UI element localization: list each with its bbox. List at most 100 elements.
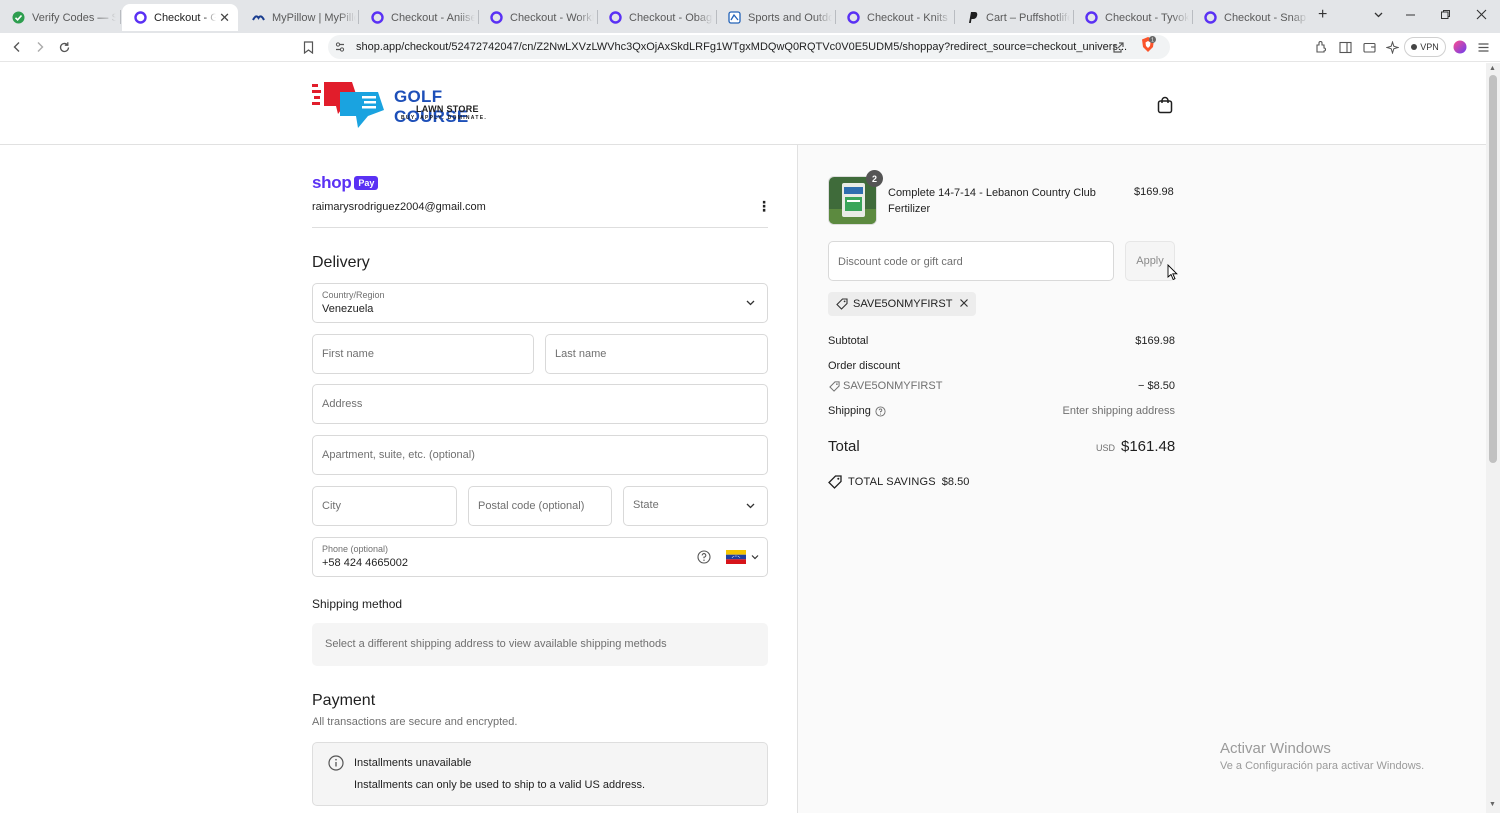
vpn-dot-icon <box>1411 44 1418 50</box>
scrollbar-thumb[interactable] <box>1489 75 1497 463</box>
chevron-down-icon <box>751 555 759 560</box>
forward-icon[interactable] <box>32 39 48 55</box>
minimize-icon[interactable] <box>1405 8 1416 23</box>
country-select[interactable]: Country/Region Venezuela <box>312 283 768 323</box>
shipping-label: Shipping <box>828 405 871 417</box>
subtotal-value: $169.98 <box>1135 335 1175 347</box>
venezuela-flag-icon[interactable] <box>726 550 746 564</box>
tab-checkout-snap[interactable]: Checkout - Snap Ci <box>1192 4 1308 31</box>
phone-value: +58 424 4665002 <box>322 557 408 569</box>
tab-list-chevron-icon[interactable] <box>1373 8 1384 23</box>
sidebar-icon[interactable] <box>1337 39 1353 55</box>
leo-ai-icon[interactable] <box>1384 39 1400 55</box>
restore-icon[interactable] <box>1440 8 1451 23</box>
discount-code-input[interactable]: Discount code or gift card <box>828 241 1114 281</box>
more-options-icon[interactable]: ⋮ <box>757 199 771 213</box>
shopping-bag-icon[interactable] <box>1157 96 1173 114</box>
payment-heading: Payment <box>312 692 376 709</box>
remove-code-icon[interactable] <box>958 297 970 309</box>
share-icon[interactable] <box>1110 39 1126 55</box>
brave-shield-icon[interactable]: 1 <box>1140 36 1156 53</box>
url-text: shop.app/checkout/52472742047/cn/Z2NwLXV… <box>356 41 1128 53</box>
shipping-method-notice: Select a different shipping address to v… <box>312 623 768 666</box>
close-tab-icon[interactable]: ✕ <box>219 10 230 26</box>
discount-code-line: SAVE5ONMYFIRST <box>843 380 943 392</box>
vpn-button[interactable]: VPN <box>1404 37 1446 57</box>
paypal-favicon-icon <box>966 11 979 24</box>
city-field[interactable]: City <box>312 486 457 526</box>
tab-sports-outdoor[interactable]: Sports and Outdoor <box>716 4 834 31</box>
tab-verify-codes[interactable]: Verify Codes — Sim <box>0 4 118 31</box>
tab-checkout-workit[interactable]: Checkout - WorkIT <box>478 4 596 31</box>
extensions-icon[interactable] <box>1313 39 1329 55</box>
discount-placeholder: Discount code or gift card <box>838 256 963 268</box>
watermark-title: Activar Windows <box>1220 740 1331 757</box>
mouse-cursor-icon <box>1167 264 1178 281</box>
scroll-up-icon[interactable]: ▲ <box>1489 65 1496 72</box>
logo-tagline: BUY. APPLY. DOMINATE. <box>401 115 488 121</box>
sports-favicon-icon <box>728 11 741 24</box>
store-header: GOLF COURSE LAWN STORE BUY. APPLY. DOMIN… <box>0 63 1486 145</box>
state-select[interactable]: State <box>623 486 768 526</box>
tab-title: Checkout - Obagi <box>629 11 713 24</box>
checkmark-favicon-icon <box>12 11 25 24</box>
scroll-down-icon[interactable]: ▼ <box>1489 801 1496 808</box>
country-value: Venezuela <box>322 303 374 315</box>
tag-icon <box>836 298 848 310</box>
tab-cart-puffshotlife[interactable]: Cart – Puffshotlife <box>954 4 1072 31</box>
tab-checkout-knits[interactable]: Checkout - Knits and <box>835 4 953 31</box>
installments-notice: Installments unavailable Installments ca… <box>312 742 768 806</box>
checkout-page: GOLF COURSE LAWN STORE BUY. APPLY. DOMIN… <box>0 63 1486 813</box>
tab-title: Checkout - Knits and <box>867 11 951 24</box>
tab-mypillow[interactable]: MyPillow | MyPillow <box>240 4 356 31</box>
shop-favicon-icon <box>1204 11 1217 24</box>
page-scrollbar[interactable]: ▲ ▼ <box>1486 63 1500 813</box>
wallet-icon[interactable] <box>1361 39 1377 55</box>
new-tab-icon[interactable]: + <box>1318 6 1327 24</box>
tab-checkout-obagi[interactable]: Checkout - Obagi <box>597 4 715 31</box>
address-field[interactable]: Address <box>312 384 768 424</box>
savings-label: TOTAL SAVINGS <box>848 476 936 488</box>
first-name-field[interactable]: First name <box>312 334 534 374</box>
phone-field[interactable]: Phone (optional) +58 424 4665002 <box>312 537 768 577</box>
back-icon[interactable] <box>9 39 25 55</box>
address-bar[interactable]: shop.app/checkout/52472742047/cn/Z2NwLXV… <box>328 35 1170 59</box>
reload-icon[interactable] <box>56 39 72 55</box>
close-window-icon[interactable] <box>1476 8 1487 23</box>
total-value: $161.48 <box>1121 438 1176 455</box>
phone-label: Phone (optional) <box>322 544 389 554</box>
address-placeholder: Address <box>322 398 363 410</box>
tab-title: Cart – Puffshotlife <box>986 11 1070 24</box>
tab-title: Sports and Outdoor <box>748 11 832 24</box>
logo-subtitle: LAWN STORE <box>416 104 479 114</box>
browser-toolbar: shop.app/checkout/52472742047/cn/Z2NwLXV… <box>0 33 1500 62</box>
shipping-method-message: Select a different shipping address to v… <box>325 638 667 650</box>
store-logo[interactable]: GOLF COURSE LAWN STORE BUY. APPLY. DOMIN… <box>312 80 512 130</box>
delivery-heading: Delivery <box>312 254 370 271</box>
mypillow-favicon-icon <box>252 11 265 24</box>
tab-checkout-aniise[interactable]: Checkout - Aniise <box>359 4 477 31</box>
tab-checkout-golf[interactable]: Checkout - Golf ✕ <box>122 4 238 31</box>
tab-title: MyPillow | MyPillow <box>272 11 356 24</box>
product-name: Complete 14-7-14 - Lebanon Country Club … <box>888 187 1096 215</box>
divider <box>312 227 768 228</box>
last-name-field[interactable]: Last name <box>545 334 768 374</box>
bookmark-icon[interactable] <box>300 39 316 55</box>
tab-title: Verify Codes — Sim <box>32 11 116 24</box>
shop-pay-word: shop <box>312 173 352 192</box>
watermark-subtitle: Ve a Configuración para activar Windows. <box>1220 760 1425 772</box>
help-circle-icon[interactable] <box>875 406 886 417</box>
site-settings-icon[interactable] <box>332 39 348 55</box>
profile-avatar-icon[interactable] <box>1452 39 1468 55</box>
column-divider <box>797 145 798 813</box>
shop-pay-badge: Pay <box>354 176 379 190</box>
tab-checkout-tyvok[interactable]: Checkout - Tyvok <box>1073 4 1191 31</box>
menu-icon[interactable] <box>1475 39 1491 55</box>
savings-value: $8.50 <box>941 476 970 488</box>
order-discount-label: Order discount <box>828 360 901 372</box>
svg-text:1: 1 <box>1151 37 1154 43</box>
help-circle-icon[interactable] <box>697 550 711 564</box>
apartment-field[interactable]: Apartment, suite, etc. (optional) <box>312 435 768 475</box>
postal-code-field[interactable]: Postal code (optional) <box>468 486 612 526</box>
chevron-down-icon <box>746 503 755 509</box>
